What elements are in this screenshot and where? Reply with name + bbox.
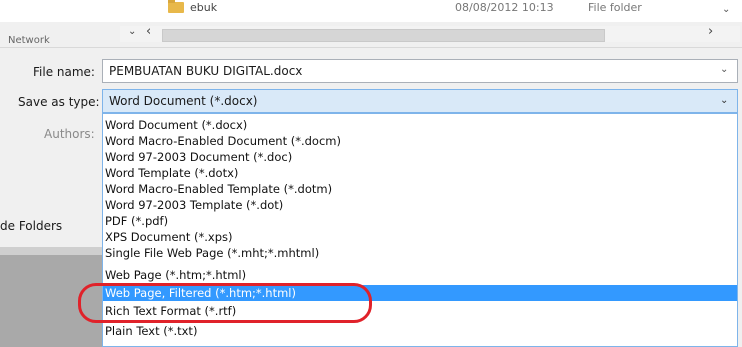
file-name-label: File name: xyxy=(33,65,95,79)
dropdown-option[interactable]: Web Page (*.htm;*.html) xyxy=(105,267,246,283)
chevron-down-icon[interactable]: ⌄ xyxy=(128,26,136,37)
scroll-left-icon[interactable]: ‹ xyxy=(146,24,151,39)
dropdown-option[interactable]: Word Macro-Enabled Template (*.dotm) xyxy=(105,181,332,197)
footer-panel xyxy=(0,247,102,255)
authors-label: Authors: xyxy=(44,127,95,141)
dropdown-option[interactable]: Word Macro-Enabled Document (*.docm) xyxy=(105,133,341,149)
file-row-date: 08/08/2012 10:13 xyxy=(455,1,554,14)
chevron-down-icon[interactable]: ⌄ xyxy=(720,95,728,106)
chevron-down-icon[interactable]: ⌄ xyxy=(720,64,728,75)
dropdown-option[interactable]: Word 97-2003 Document (*.doc) xyxy=(105,149,292,165)
save-as-type-select[interactable]: Word Document (*.docx) xyxy=(102,89,738,113)
dropdown-option[interactable]: Word 97-2003 Template (*.dot) xyxy=(105,197,283,213)
sidebar-item-network[interactable]: Network xyxy=(8,35,50,46)
dropdown-option[interactable]: Plain Text (*.txt) xyxy=(105,323,197,339)
scrollbar-thumb[interactable] xyxy=(162,29,605,42)
scroll-right-icon[interactable]: › xyxy=(708,24,713,39)
hide-folders-button[interactable]: de Folders xyxy=(0,219,62,233)
dropdown-option[interactable]: Word Document (*.docx) xyxy=(105,117,247,133)
chevron-down-icon[interactable]: ⌄ xyxy=(722,4,730,15)
file-name-field[interactable]: PEMBUATAN BUKU DIGITAL.docx xyxy=(102,59,738,83)
dropdown-option[interactable]: PDF (*.pdf) xyxy=(105,213,168,229)
divider xyxy=(0,47,742,48)
dropdown-option[interactable]: XPS Document (*.xps) xyxy=(105,229,232,245)
dropdown-option[interactable]: Single File Web Page (*.mht;*.mhtml) xyxy=(105,245,319,261)
save-as-type-label: Save as type: xyxy=(18,95,100,109)
folder-icon xyxy=(168,0,184,13)
annotation-highlight xyxy=(78,283,372,323)
file-row-name[interactable]: ebuk xyxy=(190,1,217,14)
dropdown-option[interactable]: Word Template (*.dotx) xyxy=(105,165,238,181)
file-row-type: File folder xyxy=(588,1,642,14)
